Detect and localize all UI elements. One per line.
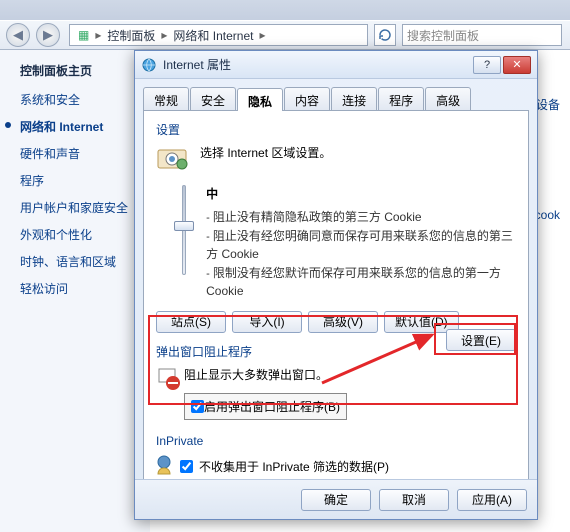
control-panel-icon: ▦ [74,28,93,42]
ok-button[interactable]: 确定 [301,489,371,511]
apply-button[interactable]: 应用(A) [457,489,527,511]
sidebar-item-ease[interactable]: 轻松访问 [20,280,150,297]
back-button[interactable]: ◀ [6,23,30,47]
inprivate-nocollect-label: 不收集用于 InPrivate 筛选的数据(P) [199,458,389,475]
internet-icon [141,57,157,73]
inprivate-nocollect-checkbox[interactable] [180,460,193,473]
zone-icon [156,144,192,177]
search-placeholder: 搜索控制面板 [407,27,479,44]
sidebar-item-accounts[interactable]: 用户帐户和家庭安全 [20,199,150,216]
sidebar-item-system[interactable]: 系统和安全 [20,91,150,108]
sidebar-item-network[interactable]: 网络和 Internet [20,118,150,135]
settings-section-header: 设置 [156,121,516,138]
privacy-slider[interactable] [170,185,194,275]
close-button[interactable]: ✕ [503,56,531,74]
sidebar-item-programs[interactable]: 程序 [20,172,150,189]
breadcrumb[interactable]: ▦ ▸ 控制面板 ▸ 网络和 Internet ▸ [69,24,368,46]
tab-security[interactable]: 安全 [190,87,236,110]
tab-content[interactable]: 内容 [284,87,330,110]
tab-body-privacy: 设置 选择 Internet 区域设置。 中 - 阻止没有精简隐私政策的第三方 … [143,111,529,489]
internet-properties-dialog: Internet 属性 ? ✕ 常规 安全 隐私 内容 连接 程序 高级 设置 … [134,50,538,520]
zone-prompt: 选择 Internet 区域设置。 [200,144,516,177]
tab-connections[interactable]: 连接 [331,87,377,110]
address-bar: ◀ ▶ ▦ ▸ 控制面板 ▸ 网络和 Internet ▸ 搜索控制面板 [0,20,570,50]
breadcrumb-seg-2[interactable]: 网络和 Internet [169,27,257,44]
forward-button[interactable]: ▶ [36,23,60,47]
sidebar-item-appearance[interactable]: 外观和个性化 [20,226,150,243]
sidebar: 控制面板主页 系统和安全 网络和 Internet 硬件和声音 程序 用户帐户和… [0,50,150,532]
sidebar-item-clock[interactable]: 时钟、语言和区域 [20,253,150,270]
dialog-title: Internet 属性 [163,56,471,73]
highlight-box-settings-button [434,323,516,355]
help-button[interactable]: ? [473,56,501,74]
refresh-button[interactable] [374,24,396,46]
cancel-button[interactable]: 取消 [379,489,449,511]
breadcrumb-seg-1[interactable]: 控制面板 [103,27,159,44]
inprivate-section-header: InPrivate [156,434,516,448]
privacy-desc: - 阻止没有精简隐私政策的第三方 Cookie - 阻止没有经您明确同意而保存可… [206,208,516,301]
tab-privacy[interactable]: 隐私 [237,88,283,111]
dialog-footer: 确定 取消 应用(A) [135,479,537,519]
tab-programs[interactable]: 程序 [378,87,424,110]
privacy-level: 中 [206,185,516,202]
sidebar-item-hardware[interactable]: 硬件和声音 [20,145,150,162]
dialog-titlebar[interactable]: Internet 属性 ? ✕ [135,51,537,79]
search-input[interactable]: 搜索控制面板 [402,24,562,46]
tab-general[interactable]: 常规 [143,87,189,110]
sidebar-header: 控制面板主页 [20,62,150,79]
tab-advanced[interactable]: 高级 [425,87,471,110]
tab-strip: 常规 安全 隐私 内容 连接 程序 高级 [143,87,529,111]
